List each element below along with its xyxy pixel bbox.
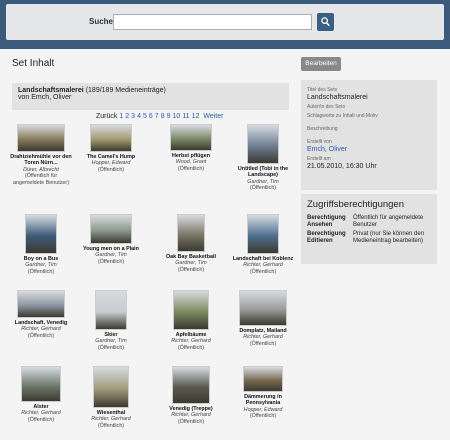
search-bar: Suche bbox=[6, 4, 444, 40]
permissions-title: Zugriffsberechtigungen bbox=[307, 199, 404, 210]
media-thumbnail[interactable] bbox=[247, 214, 279, 254]
media-item[interactable]: The Camel's Hump Hopper, Edward (Öffentlic… bbox=[80, 124, 142, 173]
meta-created-at-value: 21.05.2010, 16:30 Uhr bbox=[307, 163, 377, 170]
meta-created-by-link[interactable]: Emch, Oliver bbox=[307, 146, 431, 153]
media-status: (Öffentlich) bbox=[177, 418, 205, 425]
media-item[interactable]: Landschaft bei Koblenz Richter, Gerhard (Ö… bbox=[232, 214, 294, 275]
media-item[interactable]: Domplatz, Mailand Richter, Gerhard (Öffent… bbox=[232, 290, 294, 347]
media-status: (Öffentlich) bbox=[249, 268, 277, 275]
pager-page-link[interactable]: 8 bbox=[161, 113, 165, 120]
media-status: (Öffentlich) bbox=[249, 413, 277, 420]
search-label: Suche bbox=[89, 17, 114, 26]
pagination: Zurück 1 2 3 4 5 6 7 8 9 10 11 12 Weiter bbox=[96, 113, 225, 120]
meta-created-by-label: Erstellt von bbox=[307, 139, 332, 145]
meta-created-at-label: Erstellt am bbox=[307, 156, 331, 162]
permission-key: Berechtigung Ansehen bbox=[307, 215, 346, 228]
pager-page-link[interactable]: 7 bbox=[155, 113, 159, 120]
media-status: (Öffentlich) bbox=[27, 332, 55, 339]
media-title: Dämmerung in Pennsylvania bbox=[244, 394, 282, 407]
media-thumbnail[interactable] bbox=[173, 290, 209, 330]
media-thumbnail[interactable] bbox=[243, 366, 283, 392]
media-status: (Öffentlich) bbox=[177, 344, 205, 351]
media-item[interactable]: Venedig (Treppe) Richter, Gerhard (Öffentl… bbox=[160, 366, 222, 425]
media-status: (Öffentlich) bbox=[97, 344, 125, 351]
media-status: (Öffentlich) bbox=[97, 422, 125, 429]
media-item[interactable]: Untitled (Tobi in the Landscape) Gardner,… bbox=[232, 124, 294, 192]
set-name: Landschaftsmalerei bbox=[18, 87, 84, 94]
set-owner: von Emch, Oliver bbox=[18, 94, 72, 101]
media-status: (Öffentlich) bbox=[27, 416, 55, 423]
media-title: Untitled (Tobi in the Landscape) bbox=[237, 166, 289, 179]
pager-page-link[interactable]: 5 bbox=[143, 113, 147, 120]
meta-title-label: Titel des Sets bbox=[307, 87, 338, 93]
media-status: (Öffentlich) bbox=[97, 258, 125, 265]
pager-page-link[interactable]: 2 bbox=[125, 113, 129, 120]
media-thumbnail[interactable] bbox=[172, 366, 210, 404]
permission-row: Berechtigung Editieren Privat (nur Sie k… bbox=[307, 231, 431, 245]
edit-button[interactable]: Bearbeiten bbox=[301, 57, 341, 71]
permission-value: Privat (nur Sie können den Medieneintrag… bbox=[353, 231, 425, 244]
search-input[interactable] bbox=[113, 14, 312, 30]
permission-row: Berechtigung Ansehen Öffentlich für ange… bbox=[307, 215, 431, 229]
media-item[interactable]: Apfelbäume Richter, Gerhard (Öffentlich) bbox=[160, 290, 222, 351]
media-thumbnail[interactable] bbox=[95, 290, 127, 330]
media-title: Drahtziehmühle vor den Toren Nürn... bbox=[10, 154, 72, 167]
search-button[interactable] bbox=[317, 13, 334, 31]
permission-key: Berechtigung Editieren bbox=[307, 231, 346, 244]
top-bar: Suche bbox=[0, 0, 450, 49]
media-item[interactable]: Drahtziehmühle vor den Toren Nürn... Düre… bbox=[10, 124, 72, 186]
media-item[interactable]: Wiesenthal Richter, Gerhard (Öffentlich) bbox=[80, 366, 142, 429]
pager-next[interactable]: Weiter bbox=[203, 113, 223, 120]
set-metadata: Titel des Sets Landschaftsmalerei Autor/… bbox=[301, 80, 437, 190]
media-thumbnail[interactable] bbox=[90, 124, 132, 152]
pager-page-link[interactable]: 10 bbox=[173, 113, 181, 120]
media-thumbnail[interactable] bbox=[177, 214, 205, 252]
media-item[interactable]: Herbst pflügen Wood, Grant (Öffentlich) bbox=[160, 124, 222, 172]
media-thumbnail[interactable] bbox=[93, 366, 129, 408]
media-thumbnail[interactable] bbox=[170, 124, 212, 151]
meta-author-label: Autor/in des Sets bbox=[307, 104, 346, 110]
media-status: (Öffentlich) bbox=[249, 185, 277, 192]
media-item[interactable]: Alster Richter, Gerhard (Öffentlich) bbox=[10, 366, 72, 423]
media-status: (Öffentlich) bbox=[177, 266, 205, 273]
media-item[interactable]: Boy on a Bus Gardner, Tim (Öffentlich) bbox=[10, 214, 72, 275]
media-item[interactable]: Young men on a Plain Gardner, Tim (Öffentl… bbox=[80, 214, 142, 265]
pager-page-link[interactable]: 9 bbox=[167, 113, 171, 120]
pager-page-link[interactable]: 11 bbox=[182, 113, 189, 120]
page-title: Set Inhalt bbox=[12, 58, 55, 69]
media-status: (Öffentlich) bbox=[249, 340, 277, 347]
permission-value: Öffentlich für angemeldete Benutzer bbox=[353, 215, 424, 228]
search-icon bbox=[321, 17, 330, 27]
media-thumbnail[interactable] bbox=[90, 214, 132, 244]
pager-page-link[interactable]: 6 bbox=[149, 113, 153, 120]
media-thumbnail[interactable] bbox=[17, 290, 65, 318]
media-item[interactable]: Skier Gardner, Tim (Öffentlich) bbox=[80, 290, 142, 351]
media-thumbnail[interactable] bbox=[17, 124, 65, 152]
pager-page-link[interactable]: 3 bbox=[131, 113, 135, 120]
meta-title-value: Landschaftsmalerei bbox=[307, 94, 368, 101]
media-thumbnail[interactable] bbox=[25, 214, 57, 254]
media-item[interactable]: Landschaft, Venedig Richter, Gerhard (Öffe… bbox=[10, 290, 72, 339]
pager-back: Zurück bbox=[96, 113, 118, 120]
pager-page-link[interactable]: 12 bbox=[192, 113, 200, 120]
media-item[interactable]: Oak Bay Basketball Gardner, Tim (Öffentlic… bbox=[160, 214, 222, 273]
media-thumbnail[interactable] bbox=[239, 290, 287, 326]
set-count: (189/189 Medieneinträge) bbox=[85, 87, 166, 94]
media-status: (Öffentlich) bbox=[97, 166, 125, 173]
media-status: (Öffentlich) bbox=[27, 268, 55, 275]
media-thumbnail[interactable] bbox=[21, 366, 61, 402]
media-thumbnail[interactable] bbox=[247, 124, 279, 164]
media-item[interactable]: Dämmerung in Pennsylvania Hopper, Edward(… bbox=[232, 366, 294, 420]
pager-page-link[interactable]: 4 bbox=[137, 113, 141, 120]
media-status: (Öffentlich) bbox=[177, 165, 205, 172]
set-summary: Landschaftsmalerei (189/189 Medieneinträ… bbox=[12, 83, 289, 110]
media-status: (Öffentlich für angemeldete Benutzer) bbox=[12, 173, 70, 186]
permissions-panel: Zugriffsberechtigungen Berechtigung Anse… bbox=[301, 194, 437, 264]
pager-page-link[interactable]: 1 bbox=[119, 113, 123, 120]
